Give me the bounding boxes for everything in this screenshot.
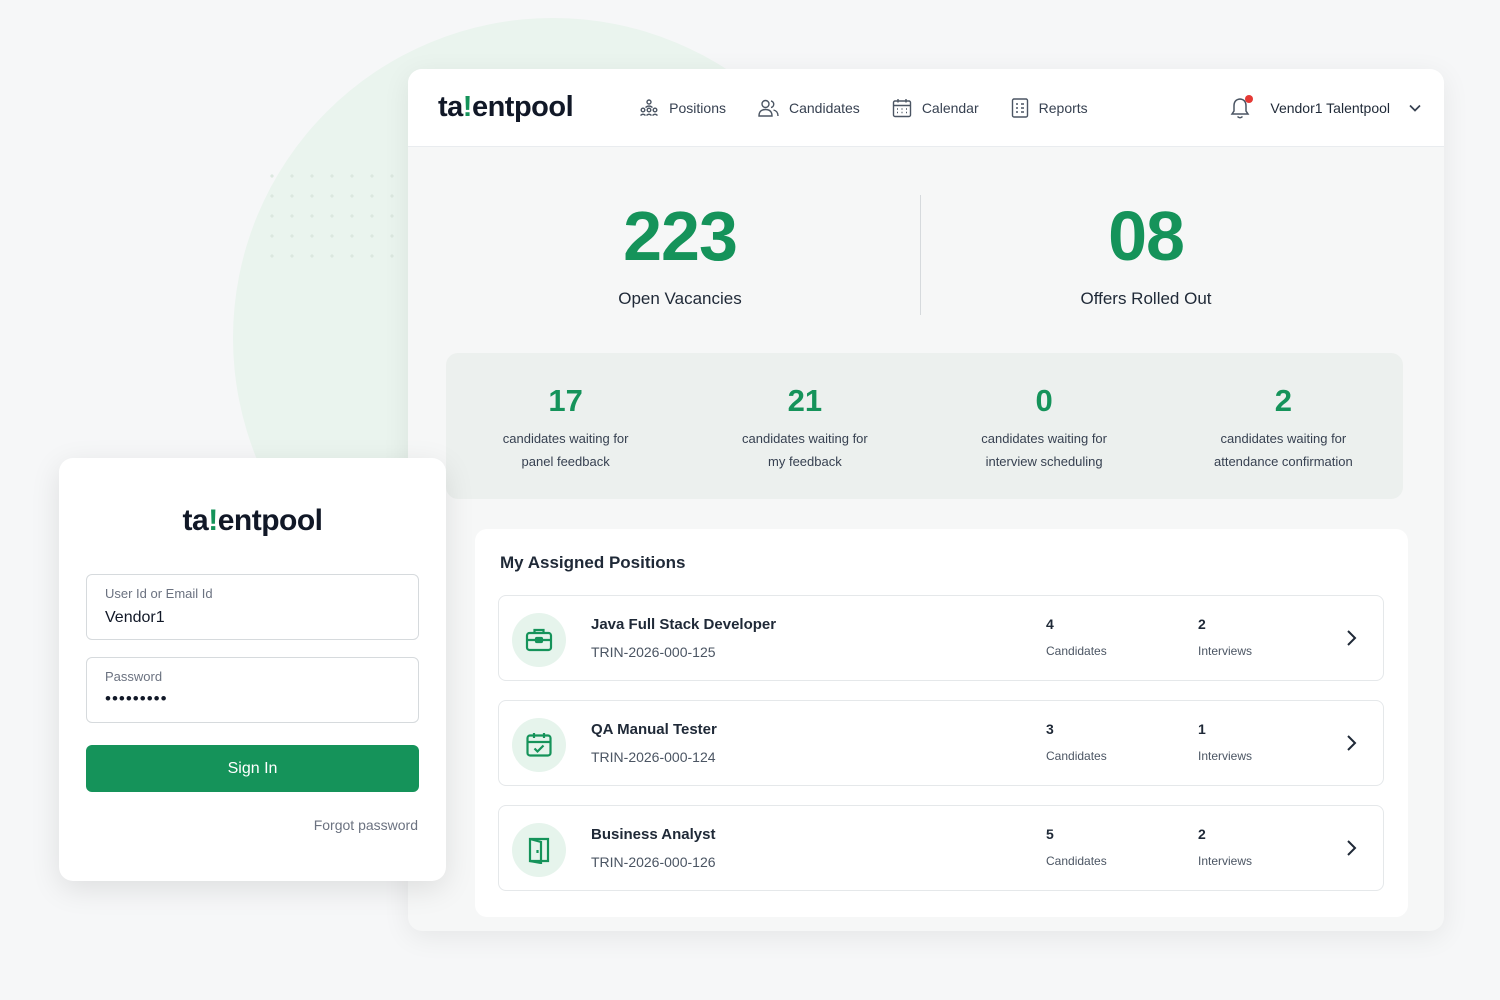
field-label: User Id or Email Id [105,586,213,601]
nav-label: Positions [669,99,726,116]
nav-label: Candidates [788,99,860,116]
stat-value: 08 [1108,197,1185,275]
user-id-field[interactable]: User Id or Email Id Vendor1 [86,574,419,640]
open-position-button[interactable] [1345,734,1357,752]
brand-logo[interactable]: ta!entpool [438,91,574,124]
waiting-count: 17 [548,383,583,418]
user-name: Vendor1 Talentpool [1270,99,1390,116]
user-area: Vendor1 Talentpool [1230,94,1422,119]
nav-item-calendar[interactable]: Calendar [892,98,979,118]
field-value: Vendor1 [105,609,165,626]
report-icon [1011,97,1028,118]
position-title: Java Full Stack Developer [591,616,777,633]
candidates-metric: 5 Candidates [1046,826,1107,868]
waiting-panel-feedback[interactable]: 17 candidates waiting for panel feedback [446,353,685,499]
waiting-interview-scheduling[interactable]: 0 candidates waiting for interview schedu… [925,353,1164,499]
chevron-right-icon [1347,735,1357,751]
position-title: Business Analyst [591,826,716,843]
waiting-label: candidates waiting for interview scheduli… [981,431,1107,469]
notification-dot [1245,94,1254,103]
forgot-password-link[interactable]: Forgot password [314,817,418,833]
brand-logo: ta!entpool [182,504,323,537]
waiting-my-feedback[interactable]: 21 candidates waiting for my feedback [685,353,924,499]
position-code: TRIN-2026-000-125 [591,644,716,660]
interviews-metric: 2 Interviews [1198,826,1253,868]
waiting-count: 2 [1274,383,1292,418]
position-icon [512,823,566,877]
nav-menu: Positions Candidates Calendar Reports [639,97,1120,118]
stat-label: Open Vacancies [618,289,742,308]
stat-label: Offers Rolled Out [1080,289,1212,308]
section-title: My Assigned Positions [500,553,686,572]
calendar-check-icon [526,733,552,757]
waiting-label: candidates waiting for my feedback [742,431,868,469]
waiting-count: 21 [787,383,823,418]
assigned-positions-panel: My Assigned Positions Java Full Stack De… [475,529,1408,917]
waiting-attendance-confirmation[interactable]: 2 candidates waiting for attendance confi… [1164,353,1403,499]
login-card: ta!entpool User Id or Email Id Vendor1 P… [59,458,446,881]
interviews-metric: 1 Interviews [1198,721,1253,763]
candidates-metric: 3 Candidates [1046,721,1107,763]
waiting-count: 0 [1035,383,1053,418]
sign-in-button[interactable]: Sign In [86,745,419,792]
chevron-right-icon [1347,630,1357,646]
top-navigation: ta!entpool Positions Candidates Calendar… [408,69,1444,147]
position-row[interactable]: Java Full Stack Developer TRIN-2026-000-… [498,595,1384,681]
position-row[interactable]: QA Manual Tester TRIN-2026-000-124 3 Can… [498,700,1384,786]
position-icon [512,613,566,667]
chevron-right-icon [1347,840,1357,856]
position-title: QA Manual Tester [591,721,717,738]
nav-label: Calendar [921,99,979,116]
position-icon [512,718,566,772]
nav-item-reports[interactable]: Reports [1011,97,1088,118]
nav-item-positions[interactable]: Positions [639,98,726,117]
open-position-button[interactable] [1345,839,1357,857]
nav-label: Reports [1038,99,1088,116]
stat-open-vacancies: 223 Open Vacancies [500,201,860,309]
field-label: Password [105,669,163,684]
waiting-label: candidates waiting for panel feedback [502,431,629,469]
briefcase-icon [525,628,553,652]
calendar-icon [892,98,912,117]
stat-value: 223 [623,197,738,275]
stat-offers-rolled-out: 08 Offers Rolled Out [966,201,1326,309]
door-icon [528,837,550,864]
chevron-down-icon[interactable] [1408,101,1422,115]
position-row[interactable]: Business Analyst TRIN-2026-000-126 5 Can… [498,805,1384,891]
interviews-metric: 2 Interviews [1198,616,1253,658]
waiting-label: candidates waiting for attendance confirm… [1213,431,1353,469]
nav-item-candidates[interactable]: Candidates [758,99,860,117]
dot-pattern [262,166,422,266]
candidates-metric: 4 Candidates [1046,616,1107,658]
stat-divider [920,195,921,315]
position-code: TRIN-2026-000-124 [591,749,716,765]
users-icon [758,99,779,117]
dashboard-window: ta!entpool Positions Candidates Calendar… [408,69,1444,931]
password-field[interactable]: Password ••••••••• [86,657,419,723]
open-position-button[interactable] [1345,629,1357,647]
field-value: ••••••••• [105,689,168,708]
notifications-button[interactable] [1230,94,1254,119]
waiting-summary: 17 candidates waiting for panel feedback … [446,353,1403,499]
position-code: TRIN-2026-000-126 [591,854,716,870]
org-chart-icon [640,98,659,116]
